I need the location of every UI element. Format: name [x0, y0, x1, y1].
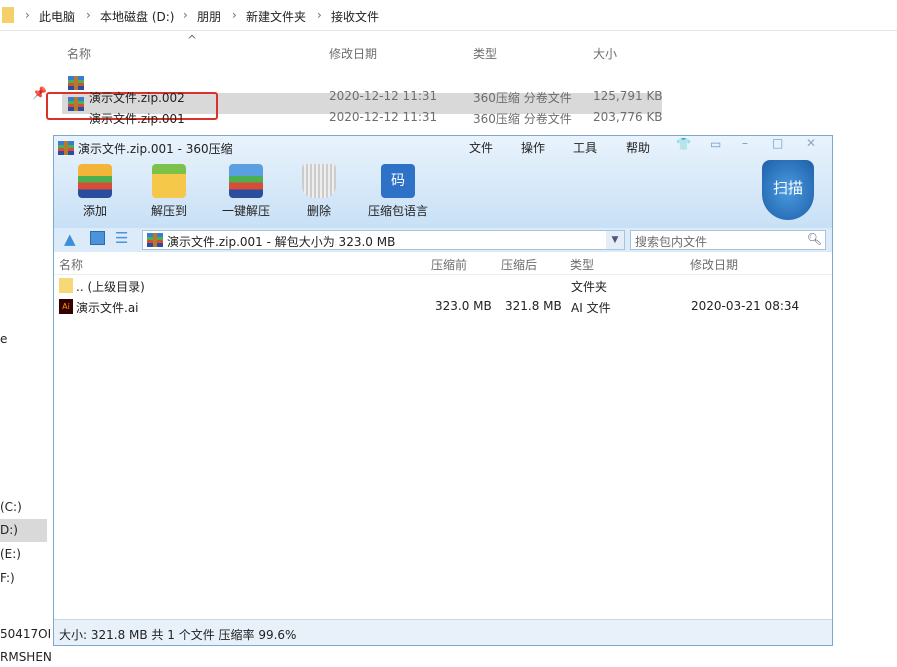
breadcrumb-item[interactable]: 此电脑	[39, 8, 75, 25]
feedback-icon[interactable]: ▭	[710, 137, 721, 151]
scan-button[interactable]: 扫描	[762, 160, 814, 220]
item-size-before: 323.0 MB	[435, 299, 492, 313]
minimize-button[interactable]: –	[742, 136, 748, 150]
list-item[interactable]: Ai 演示文件.ai 323.0 MB 321.8 MB AI 文件 2020-…	[59, 298, 829, 318]
extract-to-button[interactable]: 解压到	[134, 164, 204, 219]
file-date: 2020-12-12 11:31	[329, 110, 437, 124]
pin-icon: 📌	[32, 86, 47, 100]
menu-operate[interactable]: 操作	[521, 139, 545, 156]
chevron-icon: ›	[25, 8, 30, 22]
col-size[interactable]: 大小	[593, 45, 617, 62]
add-button[interactable]: 添加	[60, 164, 130, 219]
sidebar-item[interactable]: D:)	[0, 523, 18, 537]
col-date[interactable]: 修改日期	[329, 45, 377, 62]
col-date[interactable]: 修改日期	[690, 256, 738, 273]
file-type: 360压缩 分卷文件	[473, 89, 572, 106]
menu-tools[interactable]: 工具	[573, 139, 597, 156]
file-date: 2020-12-12 11:31	[329, 89, 437, 103]
folder-icon	[2, 7, 14, 23]
file-name: 演示文件.zip.001	[89, 110, 185, 127]
file-size: 203,776 KB	[593, 110, 663, 124]
item-type: AI 文件	[571, 299, 611, 316]
maximize-button[interactable]: □	[772, 136, 783, 150]
one-click-extract-button[interactable]: 一键解压	[211, 164, 281, 219]
file-name: 演示文件.zip.002	[89, 89, 185, 106]
breadcrumb-item[interactable]: 接收文件	[331, 8, 379, 25]
sort-up-icon: ^	[187, 33, 197, 47]
sidebar-item[interactable]: e	[0, 332, 7, 346]
sidebar-item[interactable]: 50417OI	[0, 627, 51, 641]
dropdown-arrow-icon[interactable]: ▼	[606, 231, 624, 249]
add-icon	[78, 164, 112, 198]
path-text: 演示文件.zip.001 - 解包大小为 323.0 MB	[167, 233, 395, 250]
item-name: .. (上级目录)	[76, 278, 145, 295]
breadcrumb-item[interactable]: 新建文件夹	[246, 8, 306, 25]
code-icon: 码	[381, 164, 415, 198]
status-bar: 大小: 321.8 MB 共 1 个文件 压缩率 99.6%	[54, 619, 832, 645]
search-placeholder: 搜索包内文件	[635, 233, 707, 250]
app-icon	[58, 141, 74, 155]
item-type: 文件夹	[571, 278, 607, 295]
chevron-icon: ›	[86, 8, 91, 22]
add-label: 添加	[83, 204, 107, 218]
search-input[interactable]: 搜索包内文件 🔍︎	[630, 230, 826, 250]
col-after[interactable]: 压缩后	[501, 256, 537, 273]
sidebar-item[interactable]: F:)	[0, 571, 15, 585]
skin-icon[interactable]: 👕	[676, 137, 691, 151]
item-name: 演示文件.ai	[76, 299, 139, 316]
folder-icon	[59, 278, 73, 293]
archive-language-label: 压缩包语言	[368, 204, 428, 218]
delete-button[interactable]: 删除	[284, 164, 354, 219]
file-size: 125,791 KB	[593, 89, 663, 103]
sidebar-item[interactable]: (E:)	[0, 547, 21, 561]
one-click-extract-icon	[229, 164, 263, 198]
path-field[interactable]: 演示文件.zip.001 - 解包大小为 323.0 MB ▼	[142, 230, 625, 250]
zip-file-icon	[147, 233, 163, 247]
up-button[interactable]: ▲	[64, 230, 76, 248]
close-button[interactable]: ✕	[806, 136, 816, 150]
zip-file-icon	[68, 97, 84, 111]
extract-folder-icon	[152, 164, 186, 198]
chevron-icon: ›	[232, 8, 237, 22]
window-title: 演示文件.zip.001 - 360压缩	[78, 140, 233, 157]
breadcrumb-bar: 此电脑 本地磁盘 (D:) 朋朋 新建文件夹 接收文件 › › › › ›	[0, 0, 897, 31]
ai-file-icon: Ai	[59, 299, 73, 314]
list-item[interactable]: .. (上级目录) 文件夹	[59, 277, 829, 297]
chevron-icon: ›	[317, 8, 322, 22]
col-name[interactable]: 名称	[67, 45, 91, 62]
file-row[interactable]: 演示文件.zip.002 2020-12-12 11:31 360压缩 分卷文件…	[68, 75, 84, 89]
breadcrumb-item[interactable]: 本地磁盘 (D:)	[100, 8, 174, 25]
archive-window: 演示文件.zip.001 - 360压缩 文件 操作 工具 帮助 👕 ▭ – □…	[53, 135, 833, 646]
column-header: 名称 压缩前 压缩后 类型 修改日期	[54, 253, 832, 275]
delete-label: 删除	[307, 204, 331, 218]
col-type[interactable]: 类型	[570, 256, 594, 273]
chevron-icon: ›	[183, 8, 188, 22]
col-type[interactable]: 类型	[473, 45, 497, 62]
file-type: 360压缩 分卷文件	[473, 110, 572, 127]
scan-label: 扫描	[773, 179, 803, 197]
item-date: 2020-03-21 08:34	[691, 299, 799, 313]
archive-language-button[interactable]: 码压缩包语言	[358, 164, 438, 219]
file-row[interactable]: 演示文件.zip.001 2020-12-12 11:31 360压缩 分卷文件…	[68, 96, 84, 110]
trash-icon	[302, 164, 336, 198]
view-list-icon[interactable]: ☰	[115, 229, 128, 247]
status-text: 大小: 321.8 MB 共 1 个文件 压缩率 99.6%	[59, 628, 296, 642]
breadcrumb-item[interactable]: 朋朋	[197, 8, 221, 25]
search-icon[interactable]: 🔍︎	[807, 232, 822, 246]
one-click-extract-label: 一键解压	[222, 204, 270, 218]
zip-file-icon	[68, 76, 84, 90]
item-size-after: 321.8 MB	[505, 299, 562, 313]
view-large-icon[interactable]	[90, 231, 105, 245]
sidebar-item[interactable]: RMSHEN	[0, 650, 52, 664]
menu-help[interactable]: 帮助	[626, 139, 650, 156]
col-name[interactable]: 名称	[59, 256, 83, 273]
sidebar-item[interactable]: (C:)	[0, 500, 22, 514]
extract-to-label: 解压到	[151, 204, 187, 218]
menu-file[interactable]: 文件	[469, 139, 493, 156]
col-before[interactable]: 压缩前	[431, 256, 467, 273]
